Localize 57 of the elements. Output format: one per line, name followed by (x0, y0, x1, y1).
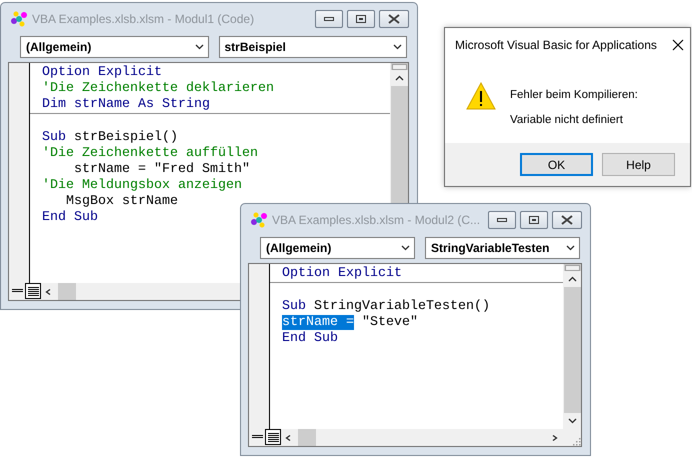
full-module-view-button[interactable] (25, 283, 41, 299)
chevron-down-icon (393, 44, 402, 50)
vertical-scrollbar[interactable] (563, 264, 581, 429)
scroll-thumb[interactable] (298, 429, 316, 446)
code-line: strName = "Steve" (282, 315, 418, 331)
lines-icon (268, 432, 278, 442)
code-line: 'Die Zeichenkette deklarieren (42, 81, 274, 97)
close-button[interactable] (552, 210, 582, 228)
minimize-button[interactable] (488, 210, 516, 228)
chevron-down-icon (566, 245, 575, 251)
error-heading: Fehler beim Kompilieren: (510, 89, 638, 101)
code-line: Sub StringVariableTesten() (282, 299, 490, 315)
lines-icon (28, 286, 38, 296)
code-line: 'Die Meldungsbox anzeigen (42, 178, 242, 194)
dialog-title: Microsoft Visual Basic for Applications (455, 38, 658, 52)
close-icon (388, 14, 400, 24)
chevron-down-icon (194, 44, 204, 50)
error-message: Variable nicht definiert (510, 114, 624, 126)
size-grip-icon[interactable] (571, 436, 581, 446)
minimize-icon (497, 218, 507, 222)
close-icon (561, 214, 573, 224)
warning-icon (466, 82, 496, 110)
code-line: End Sub (42, 210, 98, 226)
code-line: End Sub (282, 331, 338, 347)
close-button[interactable] (379, 10, 409, 28)
window-title: VBA Examples.xlsb.xlsm - Modul1 (Code) (32, 12, 256, 26)
code-line: Dim strName As String (42, 97, 210, 113)
procedure-dropdown[interactable]: StringVariableTesten (425, 237, 580, 259)
minimize-button[interactable] (315, 10, 343, 28)
close-icon[interactable] (672, 39, 684, 51)
code-editor[interactable]: Option Explicit Sub StringVariableTesten() strName = "Steve" End Sub (270, 264, 563, 429)
vba-app-icon (10, 10, 28, 26)
restore-icon (529, 216, 539, 224)
chevron-right-icon (551, 434, 560, 440)
scroll-thumb[interactable] (392, 64, 407, 70)
object-dropdown[interactable]: (Allgemein) (260, 237, 415, 259)
restore-icon (356, 14, 366, 22)
scroll-thumb[interactable] (58, 283, 76, 300)
procedure-dropdown[interactable]: strBeispiel (218, 36, 407, 58)
minimize-icon (324, 16, 334, 20)
help-button[interactable]: Help (602, 153, 675, 176)
scroll-thumb[interactable] (565, 265, 580, 271)
restore-button[interactable] (347, 10, 375, 28)
chevron-down-icon (401, 245, 410, 251)
ok-button[interactable]: OK (520, 153, 593, 176)
code-line: strName = "Fred Smith" (72, 162, 250, 178)
code-line: Sub strBeispiel() (42, 130, 178, 146)
full-module-view-button[interactable] (265, 429, 281, 445)
code-line: 'Die Zeichenkette auffüllen (42, 146, 258, 162)
object-dropdown[interactable]: (Allgemein) (20, 36, 208, 58)
code-line: Option Explicit (42, 65, 162, 81)
vba-app-icon (250, 212, 268, 228)
chevron-up-icon (395, 75, 404, 81)
chevron-up-icon (568, 276, 577, 282)
code-line: MsgBox strName (64, 194, 178, 210)
restore-button[interactable] (520, 210, 548, 228)
chevron-down-icon (568, 418, 577, 424)
